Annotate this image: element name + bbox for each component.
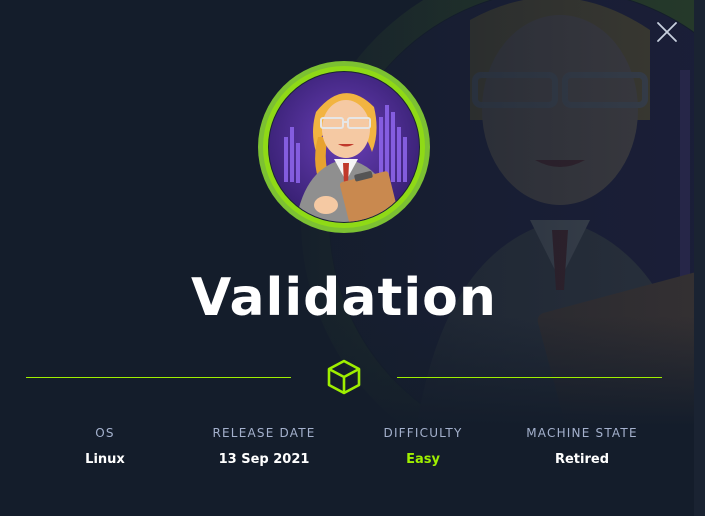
cube-icon xyxy=(327,359,361,395)
machine-info-modal: Validation OS Linux RELEASE DATE 13 Sep … xyxy=(0,0,705,516)
bottom-fade xyxy=(0,316,705,516)
stat-value: 13 Sep 2021 xyxy=(218,452,310,467)
scroll-edge xyxy=(694,0,705,516)
divider-left xyxy=(26,377,291,378)
stat-label: RELEASE DATE xyxy=(212,426,316,440)
stat-value: Linux xyxy=(85,452,125,467)
stat-machine-state: MACHINE STATE Retired xyxy=(502,424,662,468)
difficulty-badge: Easy xyxy=(406,452,440,467)
stat-label: MACHINE STATE xyxy=(526,426,638,440)
stat-release-date: RELEASE DATE 13 Sep 2021 xyxy=(184,424,344,468)
divider-right xyxy=(397,377,662,378)
machine-avatar xyxy=(258,61,430,233)
machine-stats: OS Linux RELEASE DATE 13 Sep 2021 DIFFIC… xyxy=(26,424,662,484)
stat-value: Retired xyxy=(554,452,610,467)
stat-label: OS xyxy=(95,426,115,440)
stat-label: DIFFICULTY xyxy=(383,426,463,440)
close-icon[interactable] xyxy=(655,20,679,44)
machine-title: Validation xyxy=(191,268,497,328)
stat-difficulty: DIFFICULTY Easy xyxy=(343,424,503,468)
stat-os: OS Linux xyxy=(25,424,185,468)
